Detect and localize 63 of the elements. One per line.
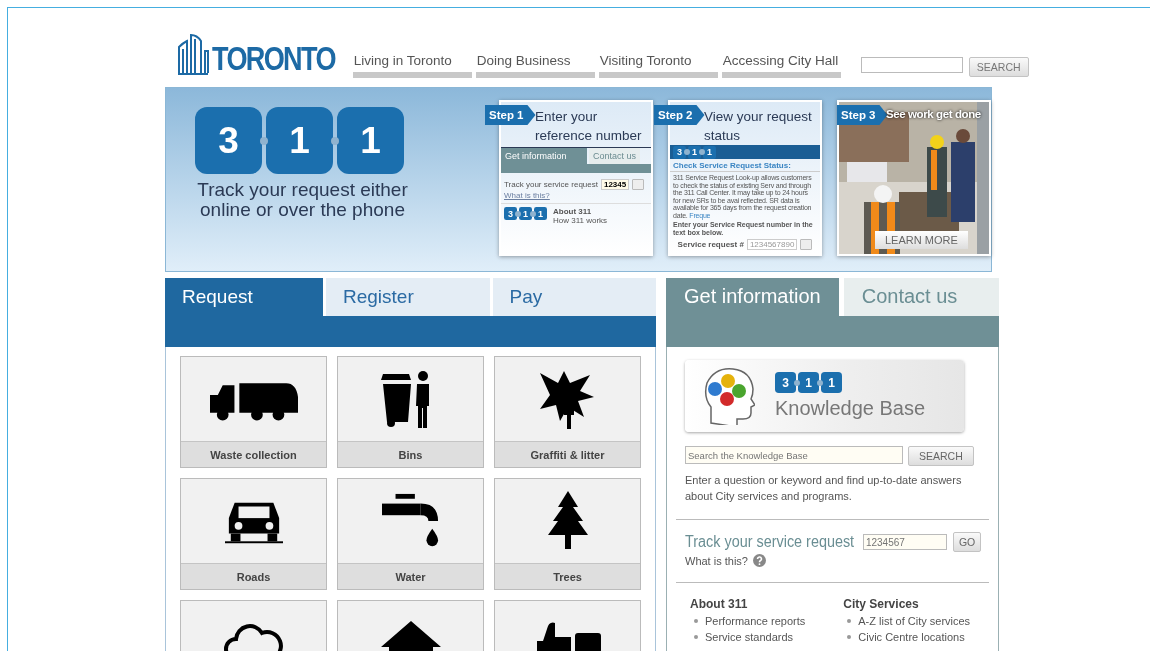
list-link[interactable]: Service standards <box>705 629 794 645</box>
faucet-icon <box>381 493 440 549</box>
nav-link[interactable]: Visiting Toronto <box>598 53 718 78</box>
about-item: How 311 works <box>553 216 608 225</box>
tree-icon <box>547 491 588 551</box>
bullet-icon <box>847 619 852 623</box>
service-tile[interactable]: Roads <box>180 478 327 590</box>
field-label: Service request # <box>677 240 744 249</box>
bullet-icon <box>847 635 852 639</box>
list-heading: About 311 <box>690 597 749 611</box>
step-badge: Step 2 <box>654 105 705 125</box>
about-heading: About 311 <box>553 207 593 216</box>
go-button[interactable]: GO <box>952 532 982 552</box>
help-icon[interactable] <box>752 554 766 567</box>
nav-link[interactable]: Doing Business <box>475 53 595 78</box>
track-heading: Track your service request <box>685 533 855 551</box>
go-button <box>632 179 645 190</box>
knowledge-base-banner[interactable]: 3 1 1 Knowledge Base <box>685 360 964 432</box>
tagline: Track your request either online or over the phone <box>196 180 409 220</box>
search-field[interactable] <box>860 57 963 73</box>
cloud-icon <box>223 621 284 651</box>
city-logo-text[interactable]: TORONTO <box>212 42 335 75</box>
go-button <box>800 239 813 250</box>
request-number-field[interactable]: 1234567 <box>862 534 947 550</box>
step-badge: Step 1 <box>485 105 536 125</box>
service-tile[interactable]: Water <box>337 478 484 590</box>
list-link[interactable]: A-Z list of City services <box>858 613 971 629</box>
service-tile[interactable]: Waste collection <box>180 356 327 468</box>
reference-field: 12345 <box>600 179 630 190</box>
panel-tab[interactable]: Request <box>165 278 323 316</box>
list-heading: City Services <box>843 597 920 611</box>
service-logo: 3 1 1 <box>195 107 404 174</box>
learn-more-button[interactable]: LEARN MORE <box>875 231 968 249</box>
status-heading: Check Service Request Status: <box>670 159 820 172</box>
tab-preview: Get information <box>501 148 587 164</box>
step-title: See work get done <box>886 107 981 122</box>
service-tile[interactable]: Trees <box>494 478 641 590</box>
help-link: What is this? <box>503 190 551 202</box>
list-link[interactable]: Civic Centre locations <box>858 629 965 645</box>
service-tile[interactable]: Graffiti & litter <box>494 356 641 468</box>
help-link[interactable]: What is this? <box>685 554 748 567</box>
knowledge-search-field[interactable]: Search the Knowledge Base <box>685 446 903 464</box>
track-label: Track your service request <box>504 180 598 189</box>
service-tile[interactable]: Bins <box>337 356 484 468</box>
step-title: Enter your reference number <box>535 108 643 145</box>
tab-preview: Contact us <box>589 148 641 164</box>
knowledge-base-title: Knowledge Base <box>775 397 926 420</box>
mini-service-logo: 3 1 1 <box>673 145 716 159</box>
request-number-field: 1234567890 <box>746 239 798 250</box>
bullet-icon <box>694 635 698 639</box>
list-link[interactable]: Performance reports <box>705 613 806 629</box>
panel-tab[interactable]: Register <box>326 278 490 316</box>
search-button[interactable]: SEARCH <box>908 446 974 466</box>
mini-service-logo: 3 1 1 <box>504 207 547 220</box>
service-logo: 3 1 1 <box>775 372 926 393</box>
panel-tab[interactable]: Pay <box>492 278 656 316</box>
search-button[interactable]: SEARCH <box>968 57 1029 77</box>
nav-link[interactable]: Accessing City Hall <box>721 53 841 78</box>
bullet-icon <box>694 619 698 623</box>
nav-link[interactable]: Living in Toronto <box>352 53 472 78</box>
step-title: View your request status <box>704 108 813 145</box>
head-with-gears-icon <box>703 367 755 425</box>
knowledge-base-description: Enter a question or keyword and find up-to-date answers about City services and programs. <box>685 473 963 504</box>
